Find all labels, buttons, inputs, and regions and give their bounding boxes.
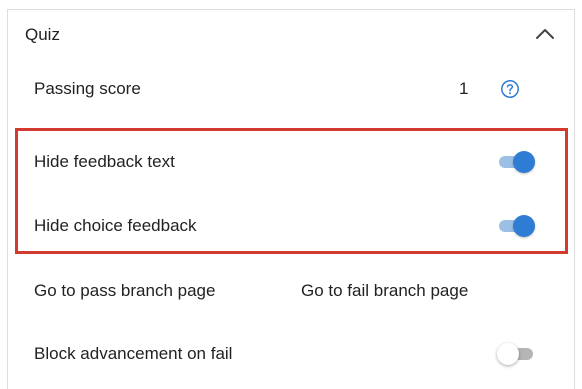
hide-feedback-text-label: Hide feedback text (34, 152, 175, 171)
hide-choice-feedback-row: Hide choice feedback (0, 194, 582, 258)
toggle-knob (497, 343, 519, 365)
pass-branch-link[interactable]: Go to pass branch page (34, 281, 215, 301)
block-advancement-label: Block advancement on fail (34, 344, 233, 363)
question-circle-icon[interactable] (500, 79, 520, 99)
fail-branch-link[interactable]: Go to fail branch page (301, 281, 468, 301)
chevron-up-icon[interactable] (534, 26, 556, 42)
hide-choice-feedback-label: Hide choice feedback (34, 216, 197, 235)
hide-choice-feedback-toggle[interactable] (497, 214, 537, 238)
toggle-knob (513, 151, 535, 173)
block-advancement-row: Block advancement on fail (0, 322, 582, 386)
hide-feedback-text-toggle[interactable] (497, 150, 537, 174)
quiz-section-header[interactable]: Quiz (8, 10, 574, 62)
passing-score-row: Passing score 1 (0, 57, 582, 121)
section-title: Quiz (25, 25, 60, 44)
toggle-knob (513, 215, 535, 237)
block-advancement-toggle[interactable] (497, 342, 537, 366)
hide-feedback-text-row: Hide feedback text (0, 130, 582, 194)
passing-score-value[interactable]: 1 (459, 79, 468, 99)
branch-row: Go to pass branch page Go to fail branch… (0, 259, 582, 323)
passing-score-label: Passing score (34, 79, 141, 98)
